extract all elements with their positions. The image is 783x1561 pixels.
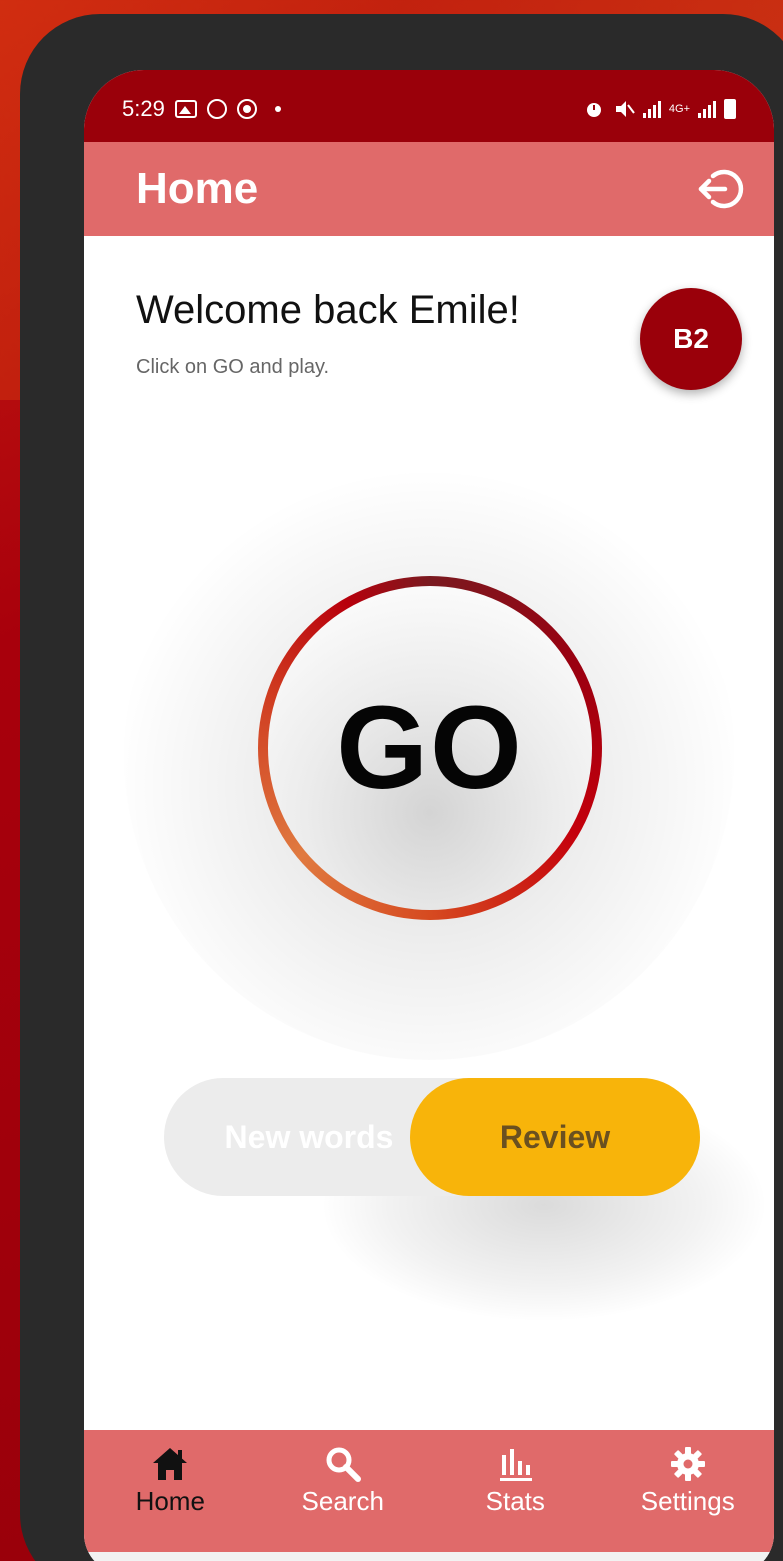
nav-item-settings[interactable]: Settings [602,1430,775,1552]
review-option[interactable]: Review [410,1078,700,1196]
gear-icon [668,1444,708,1484]
status-left: 5:29 [122,96,281,122]
logout-button[interactable] [694,163,746,215]
logout-icon [698,169,744,209]
go-button[interactable]: GO [258,576,602,920]
gallery-icon [174,100,197,118]
new-words-option[interactable]: New words [164,1078,424,1196]
notification-dot-icon [274,106,281,112]
signal-icon-2 [698,100,716,118]
mute-icon [615,101,635,117]
app-bar: Home [84,142,774,236]
status-right: 4G+ [583,98,736,120]
nav-item-home[interactable]: Home [84,1430,257,1552]
signal-icon [642,100,661,118]
network-type: 4G+ [668,103,690,115]
welcome-subtitle: Click on GO and play. [136,356,330,378]
whatsapp-icon [206,99,227,119]
alarm-icon [586,103,601,117]
go-button-face: GO [268,586,592,910]
bottom-nav: Home Search Stats Settings [84,1430,774,1552]
nav-label-stats: Stats [485,1486,545,1516]
nav-label-settings: Settings [640,1486,735,1516]
search-icon [323,1444,363,1484]
level-badge[interactable]: B2 [640,288,742,390]
go-label: GO [336,682,524,814]
record-icon [236,99,257,119]
home-icon [150,1444,190,1484]
phone-frame: 5:29 4G+ Home Welcome back Emile! Click … [20,14,783,1561]
welcome-heading: Welcome back Emile! [136,288,520,332]
app-screen: 5:29 4G+ Home Welcome back Emile! Click … [84,70,774,1561]
stats-icon [495,1444,535,1484]
status-time: 5:29 [122,96,165,121]
nav-item-stats[interactable]: Stats [429,1430,602,1552]
status-bar: 5:29 4G+ [84,70,774,142]
battery-icon [724,99,736,119]
nav-label-home: Home [135,1486,205,1516]
page-title: Home [136,164,259,213]
gesture-bar [84,1552,774,1561]
nav-label-search: Search [301,1486,384,1516]
mode-toggle: New words Review [164,1078,700,1196]
nav-item-search[interactable]: Search [257,1430,430,1552]
